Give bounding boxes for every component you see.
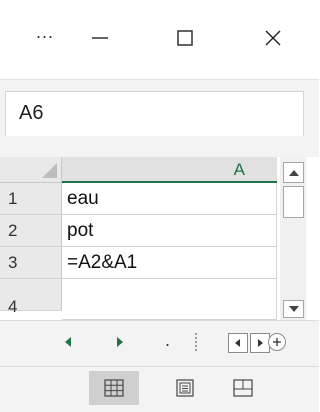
scroll-down-button[interactable] — [283, 300, 304, 318]
scroll-prev-sheet-button[interactable] — [64, 335, 72, 351]
column-header-a[interactable]: A — [62, 157, 277, 183]
page-break-preview-button[interactable] — [218, 371, 268, 405]
table-row: 2 pot — [0, 215, 277, 247]
row-header[interactable]: 3 — [0, 247, 62, 279]
page-layout-view-icon — [176, 379, 194, 397]
title-bar: ... — [0, 0, 319, 80]
row-header[interactable]: 1 — [0, 183, 62, 215]
row-header[interactable]: 4 — [0, 279, 62, 316]
table-row: 3 =A2&A1 — [0, 247, 277, 279]
page-break-preview-icon — [233, 379, 253, 397]
scroll-next-sheet-icon — [117, 337, 123, 347]
scroll-prev-sheet-icon — [65, 337, 71, 347]
table-row: 1 eau — [0, 183, 277, 215]
arrow-down-icon — [288, 306, 299, 312]
close-icon — [265, 30, 281, 46]
scroll-left-button[interactable] — [228, 333, 248, 353]
select-all-triangle-icon — [42, 163, 57, 178]
sheet-tab-bar: . — [0, 320, 319, 366]
minimize-button[interactable] — [73, 16, 127, 60]
close-button[interactable] — [246, 16, 300, 60]
name-box[interactable]: A6 — [5, 91, 304, 136]
scroll-left-icon — [235, 339, 240, 347]
cell-a3[interactable]: =A2&A1 — [62, 247, 277, 279]
scroll-right-icon — [258, 339, 263, 347]
vertical-scrollbar[interactable] — [280, 157, 306, 320]
cell-a1[interactable]: eau — [62, 183, 277, 215]
normal-view-icon — [104, 379, 124, 397]
cell-a2[interactable]: pot — [62, 215, 277, 247]
formula-area: A6 — [0, 80, 319, 136]
tab-split-handle[interactable] — [195, 333, 197, 351]
row-header[interactable]: 2 — [0, 215, 62, 247]
scroll-up-button[interactable] — [283, 162, 304, 183]
table-row: 4 — [0, 279, 277, 320]
cell-a4[interactable] — [62, 279, 277, 320]
scroll-right-button[interactable] — [250, 333, 270, 353]
scroll-next-sheet-button[interactable] — [116, 335, 124, 351]
view-buttons-bar — [0, 366, 319, 412]
maximize-icon — [177, 30, 193, 46]
add-sheet-icon — [273, 338, 281, 346]
select-all-corner[interactable] — [0, 157, 62, 183]
formula-gap — [0, 136, 319, 157]
add-sheet-button[interactable] — [268, 333, 286, 351]
maximize-button[interactable] — [158, 16, 212, 60]
normal-view-button[interactable] — [89, 371, 139, 405]
horizontal-scroll-nav — [228, 333, 294, 353]
scrollbar-thumb[interactable] — [283, 186, 304, 218]
minimize-icon — [92, 37, 108, 39]
arrow-up-icon — [288, 169, 299, 176]
sheet-overflow-dots[interactable]: . — [165, 330, 170, 351]
worksheet-grid: A 1 eau 2 pot 3 =A2&A1 4 — [0, 157, 319, 320]
page-layout-view-button[interactable] — [160, 371, 210, 405]
title-ellipsis[interactable]: ... — [36, 22, 54, 43]
